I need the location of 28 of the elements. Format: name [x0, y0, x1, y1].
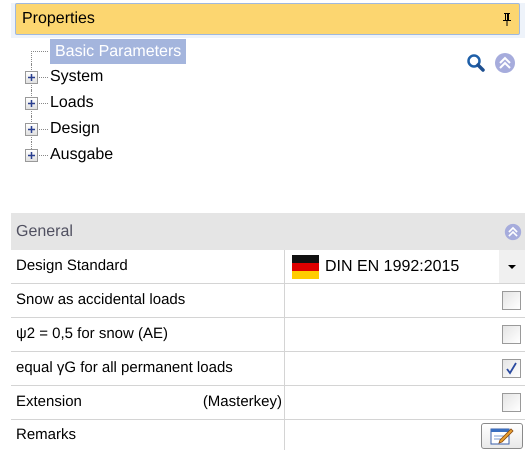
expand-icon[interactable]	[25, 71, 38, 84]
panel-title: Properties	[22, 9, 95, 29]
checkbox[interactable]	[502, 291, 521, 310]
tree-item[interactable]: Design	[50, 117, 100, 141]
pin-icon[interactable]	[501, 12, 513, 26]
property-label: equal γG for all permanent loads	[16, 358, 233, 378]
search-icon[interactable]	[466, 53, 486, 73]
property-label: Design Standard	[16, 256, 128, 276]
expand-icon[interactable]	[25, 123, 38, 136]
notepad-pencil-icon	[490, 426, 514, 446]
property-note: (Masterkey)	[202, 392, 282, 412]
property-label: Remarks	[16, 424, 76, 445]
property-label: ψ2 = 0,5 for snow (AE)	[16, 324, 168, 344]
checkbox[interactable]	[502, 359, 521, 378]
checkbox[interactable]	[502, 393, 521, 412]
expand-icon[interactable]	[25, 149, 38, 162]
property-label: Extension	[16, 392, 82, 412]
edit-button[interactable]	[481, 423, 523, 449]
section-title: General	[16, 222, 73, 242]
expand-icon[interactable]	[25, 97, 38, 110]
standard-dropdown[interactable]: DIN EN 1992:2015	[285, 250, 525, 283]
checkbox[interactable]	[502, 325, 521, 344]
tree-item[interactable]: Loads	[50, 91, 94, 115]
caret-icon[interactable]	[508, 264, 516, 268]
tree-item[interactable]: System	[50, 65, 104, 89]
flag-icon	[292, 254, 319, 278]
property-label: Snow as accidental loads	[16, 290, 186, 310]
tree-item[interactable]: Ausgabe	[50, 143, 114, 167]
